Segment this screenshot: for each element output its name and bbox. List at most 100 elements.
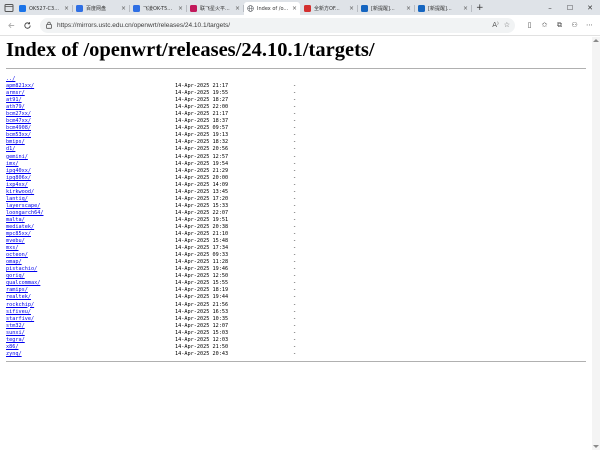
directory-link[interactable]: gemini/	[6, 154, 175, 161]
tab-title: 联飞星火平...	[200, 6, 230, 12]
directory-link[interactable]: ipq806x/	[6, 175, 175, 182]
directory-link[interactable]: mediatek/	[6, 224, 175, 231]
directory-link[interactable]: mxs/	[6, 245, 175, 252]
list-item: rockchip/14-Apr-2025 21:56 -	[6, 302, 586, 309]
tab-2[interactable]: 飞凌OK-T5... ×	[130, 2, 187, 15]
directory-link[interactable]: rockchip/	[6, 302, 175, 309]
file-size: -	[293, 125, 297, 132]
directory-link[interactable]: layerscape/	[6, 203, 175, 210]
tab-5[interactable]: 全新方OF... ×	[301, 2, 358, 15]
list-item: bcm4908/14-Apr-2025 09:57 -	[6, 125, 586, 132]
modified-date: 14-Apr-2025 10:35	[175, 315, 229, 322]
directory-link[interactable]: armsr/	[6, 90, 175, 97]
tab-1[interactable]: 百度网盘 ×	[73, 2, 130, 15]
list-item: realtek/14-Apr-2025 19:44 -	[6, 294, 586, 301]
directory-link[interactable]: octeon/	[6, 252, 175, 259]
scroll-up-icon[interactable]	[593, 39, 599, 42]
tab-close-icon[interactable]: ×	[292, 5, 297, 12]
extensions-icon[interactable]: ⚇	[568, 19, 581, 32]
directory-link[interactable]: qualcommax/	[6, 280, 175, 287]
tab-close-icon[interactable]: ×	[463, 5, 468, 12]
directory-link[interactable]: bcm53xx/	[6, 132, 175, 139]
directory-link[interactable]: bcm4908/	[6, 125, 175, 132]
favicon-icon	[19, 5, 26, 12]
directory-link[interactable]: at91/	[6, 97, 175, 104]
file-size: -	[293, 315, 297, 322]
favicon-icon	[76, 5, 83, 12]
reload-button[interactable]	[20, 18, 34, 32]
list-item: bmips/14-Apr-2025 18:32 -	[6, 139, 586, 146]
directory-link[interactable]: realtek/	[6, 294, 175, 301]
tab-close-icon[interactable]: ×	[121, 5, 126, 12]
star-icon[interactable]: ☆	[504, 21, 510, 29]
directory-link[interactable]: imx/	[6, 161, 175, 168]
url-text[interactable]: https://mirrors.ustc.edu.cn/openwrt/rele…	[57, 22, 487, 29]
list-item: lantiq/14-Apr-2025 17:20 -	[6, 196, 586, 203]
more-icon[interactable]: ⋯	[583, 19, 596, 32]
modified-date: 14-Apr-2025 21:56	[175, 301, 229, 308]
modified-date: 14-Apr-2025 19:46	[175, 266, 229, 273]
tab-close-icon[interactable]: ×	[406, 5, 411, 12]
split-screen-icon[interactable]: ▯	[523, 19, 536, 32]
directory-link[interactable]: loongarch64/	[6, 210, 175, 217]
profile-icon[interactable]	[2, 1, 16, 15]
scroll-down-icon[interactable]	[593, 445, 599, 448]
list-item: malta/14-Apr-2025 19:51 -	[6, 217, 586, 224]
directory-link[interactable]: ipq40xx/	[6, 168, 175, 175]
tab-close-icon[interactable]: ×	[235, 5, 240, 12]
tab-title: 飞凌OK-T5...	[143, 6, 173, 12]
minimize-button[interactable]: –	[540, 0, 560, 15]
tab-6[interactable]: [新提醒]... ×	[358, 2, 415, 15]
directory-link[interactable]: sifiveu/	[6, 309, 175, 316]
address-bar[interactable]: https://mirrors.ustc.edu.cn/openwrt/rele…	[40, 17, 515, 33]
file-size: -	[293, 146, 297, 153]
tab-3[interactable]: 联飞星火平... ×	[187, 2, 244, 15]
tab-close-icon[interactable]: ×	[64, 5, 69, 12]
tab-0[interactable]: OK527-C3... ×	[16, 2, 73, 15]
directory-link[interactable]: pistachio/	[6, 266, 175, 273]
file-size: -	[293, 118, 297, 125]
directory-link[interactable]: ixp4xx/	[6, 182, 175, 189]
tab-7[interactable]: [新提醒]... ×	[415, 2, 472, 15]
list-item: octeon/14-Apr-2025 09:33 -	[6, 252, 586, 259]
directory-link[interactable]: mpc85xx/	[6, 231, 175, 238]
tab-4[interactable]: Index of /o... ×	[244, 2, 300, 15]
close-window-button[interactable]: ✕	[580, 0, 600, 15]
directory-link[interactable]: qoriq/	[6, 273, 175, 280]
directory-link[interactable]: stm32/	[6, 323, 175, 330]
new-tab-button[interactable]: +	[476, 2, 484, 15]
directory-link[interactable]: lantiq/	[6, 196, 175, 203]
directory-link[interactable]: apm821xx/	[6, 83, 175, 90]
directory-link[interactable]: mvebu/	[6, 238, 175, 245]
collections-icon[interactable]: ⧉	[553, 19, 566, 32]
directory-link[interactable]: zynq/	[6, 351, 175, 358]
back-button[interactable]	[4, 18, 18, 32]
maximize-button[interactable]: ☐	[560, 0, 580, 15]
directory-link[interactable]: bmips/	[6, 139, 175, 146]
directory-link[interactable]: ramips/	[6, 287, 175, 294]
directory-link[interactable]: bcm47xx/	[6, 118, 175, 125]
lock-icon[interactable]	[45, 21, 53, 29]
directory-link[interactable]: malta/	[6, 217, 175, 224]
directory-link[interactable]: ath79/	[6, 104, 175, 111]
modified-date: 14-Apr-2025 20:00	[175, 174, 229, 181]
directory-link[interactable]: sunxi/	[6, 330, 175, 337]
modified-date: 14-Apr-2025 12:07	[175, 322, 229, 329]
list-item: kirkwood/14-Apr-2025 13:45 -	[6, 189, 586, 196]
directory-link[interactable]: ../	[6, 76, 175, 83]
file-size: -	[293, 153, 297, 160]
directory-link[interactable]: d1/	[6, 146, 175, 153]
directory-link[interactable]: x86/	[6, 344, 175, 351]
file-size: -	[293, 294, 297, 301]
modified-date: 14-Apr-2025 13:45	[175, 188, 229, 195]
directory-link[interactable]: starfive/	[6, 316, 175, 323]
directory-link[interactable]: tegra/	[6, 337, 175, 344]
tab-close-icon[interactable]: ×	[178, 5, 183, 12]
vertical-scrollbar[interactable]	[592, 37, 600, 450]
directory-link[interactable]: omap/	[6, 259, 175, 266]
directory-link[interactable]: kirkwood/	[6, 189, 175, 196]
tab-close-icon[interactable]: ×	[349, 5, 354, 12]
directory-link[interactable]: bcm27xx/	[6, 111, 175, 118]
read-aloud-icon[interactable]: A⁾	[492, 21, 499, 29]
favorites-icon[interactable]: ✩	[538, 19, 551, 32]
